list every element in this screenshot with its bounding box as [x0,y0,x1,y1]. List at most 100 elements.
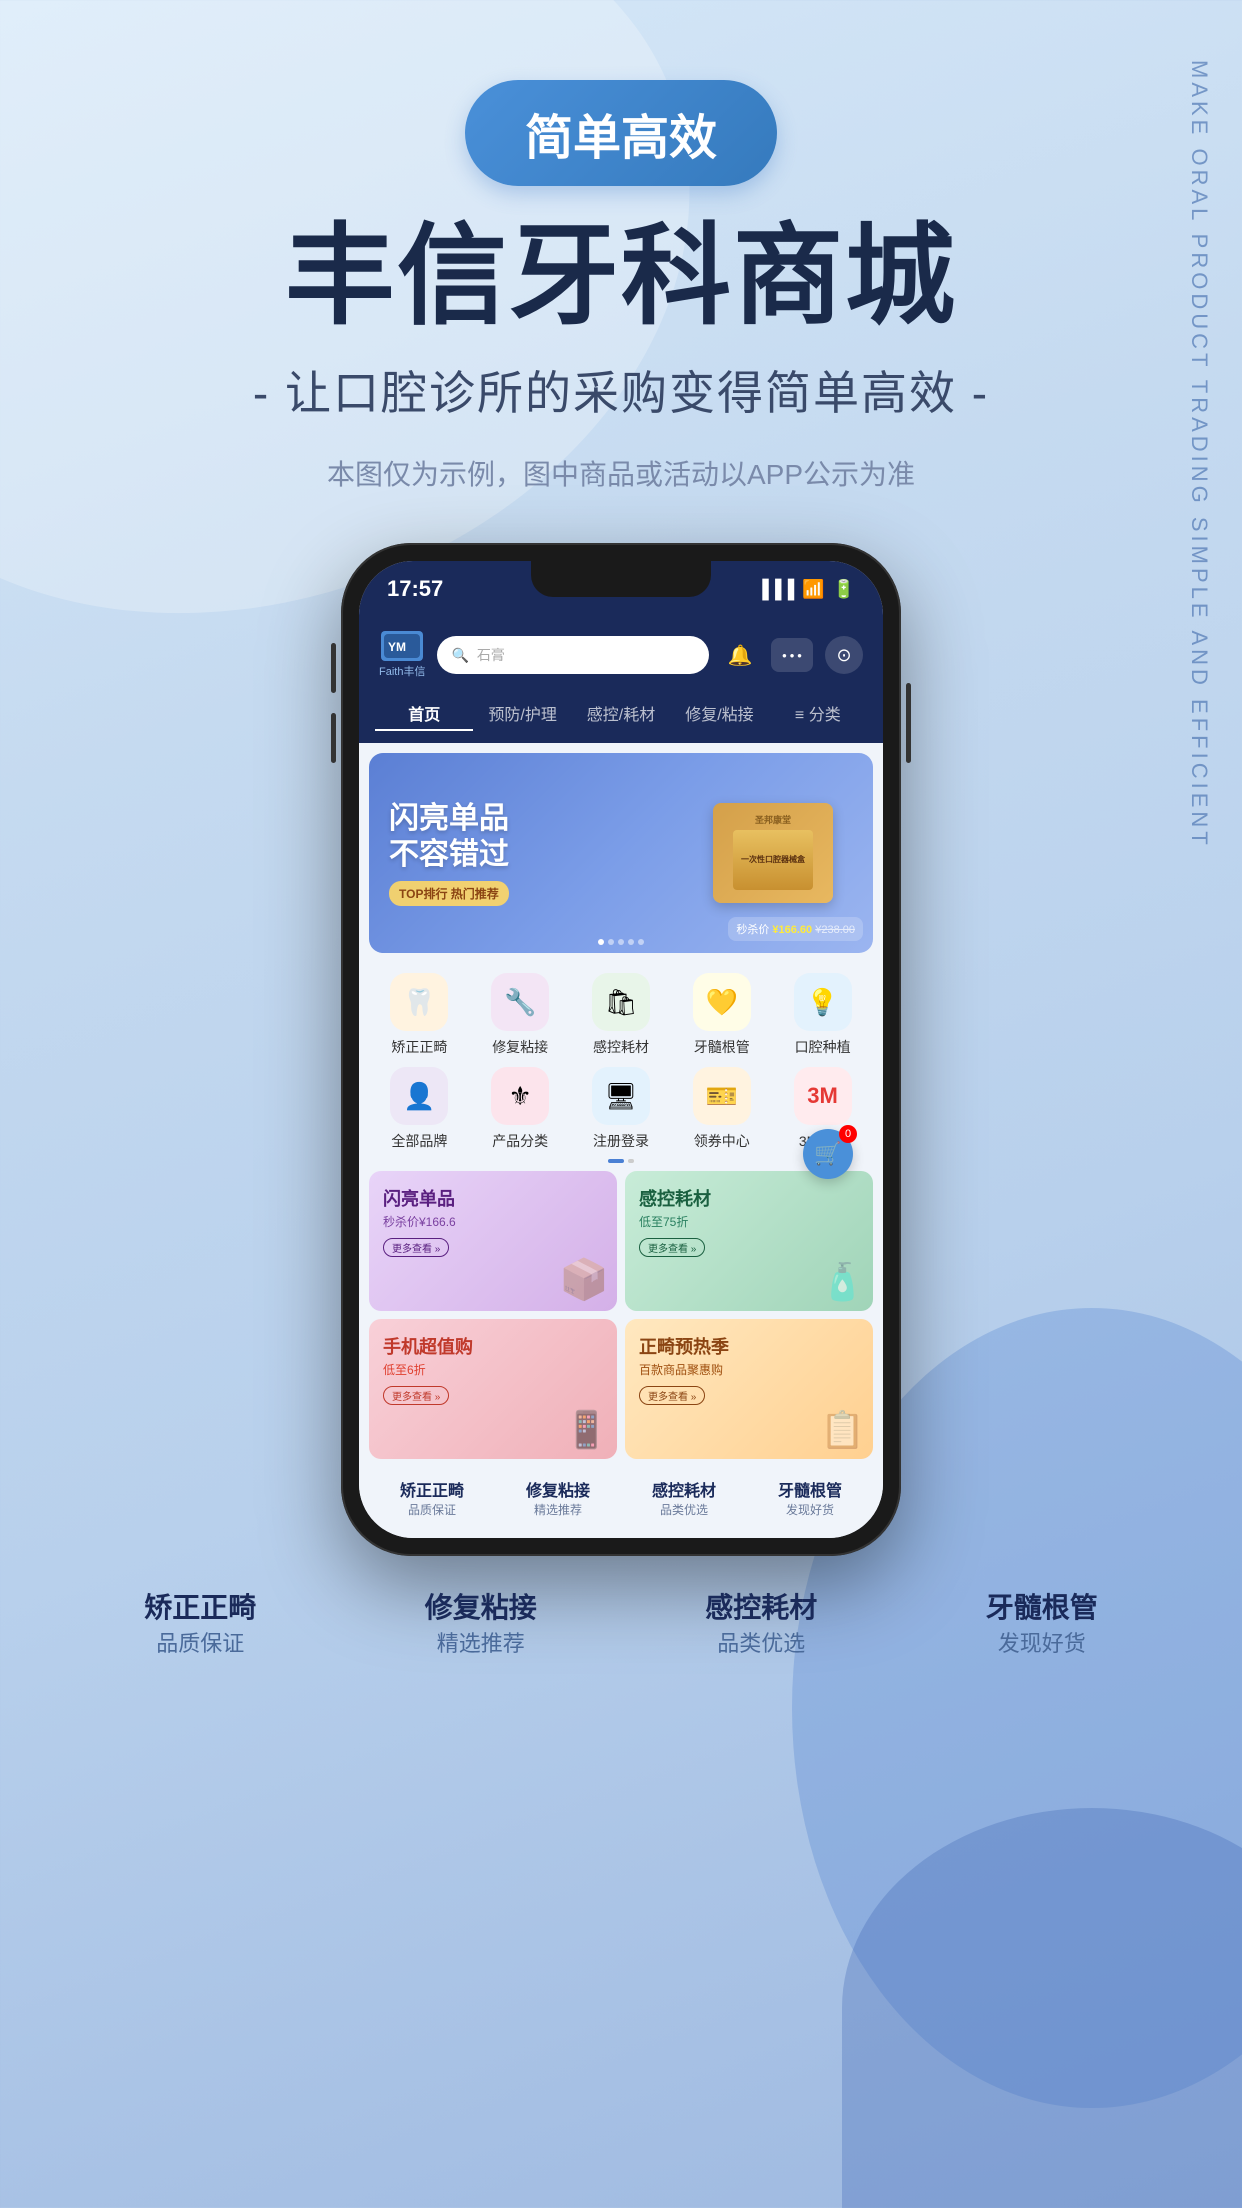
infection-icon: 🛍 [592,973,650,1031]
logo-icon: YM [381,631,423,661]
dot-1 [598,939,604,945]
banner-card-orthodontics[interactable]: 正畸预热季 百款商品聚惠购 更多查看 » 📋 [625,1319,873,1459]
banner-sublabel: TOP排行 热门推荐 [389,881,509,906]
battery-icon: 🔋 [833,579,855,600]
bottom-root-title: 牙髓根管 [747,1477,873,1501]
all-brands-icon: 👤 [390,1067,448,1125]
main-content: 闪亮单品 不容错过 TOP排行 热门推荐 圣邦康堂 一次性口腔器械盒 [359,743,883,1538]
infection-title: 感控耗材 [639,1185,859,1211]
cart-badge: 0 [839,1125,857,1143]
implant-icon: 💡 [794,973,852,1031]
bl-ortho-main: 矫正正畸 [60,1586,341,1626]
register-icon: 🖥 [592,1067,650,1125]
ortho-tag[interactable]: 更多查看 » [639,1386,705,1405]
banner-product: 圣邦康堂 一次性口腔器械盒 [683,763,863,943]
icon-product-category[interactable]: ⚜ 产品分类 [470,1067,571,1151]
power-button [906,683,911,763]
tab-category[interactable]: ≡ 分类 [769,697,867,731]
bl-rest-main: 修复粘接 [341,1586,622,1626]
tab-home[interactable]: 首页 [375,697,473,731]
coupon-label: 领券中心 [694,1131,750,1151]
svg-text:YM: YM [388,640,406,654]
nav-tabs: 首页 预防/护理 感控/耗材 修复/粘接 ≡ 分类 [359,691,883,743]
icon-register[interactable]: 🖥 注册登录 [571,1067,672,1151]
bottom-rest-title: 修复粘接 [495,1477,621,1501]
icon-coupon[interactable]: 🎫 领券中心 [671,1067,772,1151]
orthodontics-icon: 🦷 [390,973,448,1031]
bottom-label-restoration: 修复粘接 精选推荐 [341,1586,622,1658]
bl-inf-sub: 品类优选 [621,1626,902,1658]
phone-mockup: 17:57 ▐▐▐ 📶 🔋 YM Faith丰信 [0,543,1242,1556]
icon-all-brands[interactable]: 👤 全部品牌 [369,1067,470,1151]
search-text: 石膏 [477,645,505,665]
icon-restoration[interactable]: 🔧 修复粘接 [470,973,571,1057]
orthodontics-label: 矫正正畸 [391,1037,447,1057]
icons-row-1: 🦷 矫正正畸 🔧 修复粘接 🛍 感控耗材 [359,963,883,1057]
status-icons: ▐▐▐ 📶 🔋 [756,579,855,600]
hero-badge: 简单高效 [465,80,777,186]
tab-prevention[interactable]: 预防/护理 [473,697,571,731]
dot1: • [782,648,787,663]
product-category-icon: ⚜ [491,1067,549,1125]
page-dot-active [608,1159,624,1163]
vol-up-button [331,643,336,693]
bl-inf-main: 感控耗材 [621,1586,902,1626]
coupon-icon: 🎫 [693,1067,751,1125]
bell-icon: 🔔 [728,643,753,668]
banner-price: 秒杀价 ¥166.60 ¥238.00 [728,917,863,941]
phone-screen: 17:57 ▐▐▐ 📶 🔋 YM Faith丰信 [359,561,883,1538]
bottom-infection[interactable]: 感控耗材 品类优选 [621,1477,747,1518]
banner-card-featured[interactable]: 闪亮单品 秒杀价¥166.6 更多查看 » 📦 [369,1171,617,1311]
main-banner[interactable]: 闪亮单品 不容错过 TOP排行 热门推荐 圣邦康堂 一次性口腔器械盒 [369,753,873,953]
icons-row-2: 👤 全部品牌 ⚜ 产品分类 🖥 注册登录 [359,1057,883,1151]
disclaimer-text: 本图仅为示例，图中商品或活动以APP公示为准 [0,453,1242,493]
dot2: • [790,648,795,663]
featured-tag[interactable]: 更多查看 » [383,1238,449,1257]
infection-tag[interactable]: 更多查看 » [639,1238,705,1257]
featured-sub: 秒杀价¥166.6 [383,1213,603,1230]
icon-orthodontics[interactable]: 🦷 矫正正畸 [369,973,470,1057]
cart-float-button[interactable]: 🛒 0 [803,1129,853,1179]
tab-repair[interactable]: 修复/粘接 [670,697,768,731]
signal-icon: ▐▐▐ [756,579,794,600]
all-brands-label: 全部品牌 [391,1131,447,1151]
bottom-root-sub: 发现好货 [747,1501,873,1518]
banner-grid: 闪亮单品 秒杀价¥166.6 更多查看 » 📦 感控耗材 低至75折 更多查看 … [369,1171,873,1459]
bottom-restoration[interactable]: 修复粘接 精选推荐 [495,1477,621,1518]
root-canal-icon: 💛 [693,973,751,1031]
mobile-tag[interactable]: 更多查看 » [383,1386,449,1405]
search-bar[interactable]: 🔍 石膏 [437,636,709,674]
bottom-ortho-sub: 品质保证 [369,1501,495,1518]
price-current: ¥166.60 [772,924,812,936]
bottom-label-infection: 感控耗材 品类优选 [621,1586,902,1658]
icon-root-canal[interactable]: 💛 牙髓根管 [671,973,772,1057]
banner-card-mobile[interactable]: 手机超值购 低至6折 更多查看 » 📱 [369,1319,617,1459]
banner-card-infection[interactable]: 感控耗材 低至75折 更多查看 » 🧴 [625,1171,873,1311]
bl-rest-sub: 精选推荐 [341,1626,622,1658]
status-bar: 17:57 ▐▐▐ 📶 🔋 [359,561,883,617]
icon-infection[interactable]: 🛍 感控耗材 [571,973,672,1057]
infection-label: 感控耗材 [593,1037,649,1057]
bottom-inf-title: 感控耗材 [621,1477,747,1501]
banner-title-line1: 闪亮单品 [389,801,509,837]
bottom-items: 矫正正畸 品质保证 修复粘接 精选推荐 感控耗材 品类优选 牙髓根管 发现好货 [359,1467,883,1538]
bottom-root-canal[interactable]: 牙髓根管 发现好货 [747,1477,873,1518]
banner-text: 闪亮单品 不容错过 TOP排行 热门推荐 [369,781,529,926]
mobile-deco: 📱 [564,1409,609,1451]
icon-implant[interactable]: 💡 口腔种植 [772,973,873,1057]
hero-section: 简单高效 丰信牙科商城 - 让口腔诊所的采购变得简单高效 - 本图仅为示例，图中… [0,0,1242,493]
notification-button[interactable]: 🔔 [721,636,759,674]
ortho-title: 正畸预热季 [639,1333,859,1359]
hero-subtitle: - 让口腔诊所的采购变得简单高效 - [0,357,1242,423]
bottom-orthodontics[interactable]: 矫正正畸 品质保证 [369,1477,495,1518]
bottom-label-root: 牙髓根管 发现好货 [902,1586,1183,1658]
dot3: • [797,648,802,663]
implant-label: 口腔种植 [795,1037,851,1057]
more-button[interactable]: • • • [771,638,813,672]
tab-infection[interactable]: 感控/耗材 [572,697,670,731]
product-image: 圣邦康堂 一次性口腔器械盒 [713,803,833,903]
bl-root-main: 牙髓根管 [902,1586,1183,1626]
3m-zone-icon: 3M [794,1067,852,1125]
scan-button[interactable]: ⊙ [825,636,863,674]
dot-4 [628,939,634,945]
